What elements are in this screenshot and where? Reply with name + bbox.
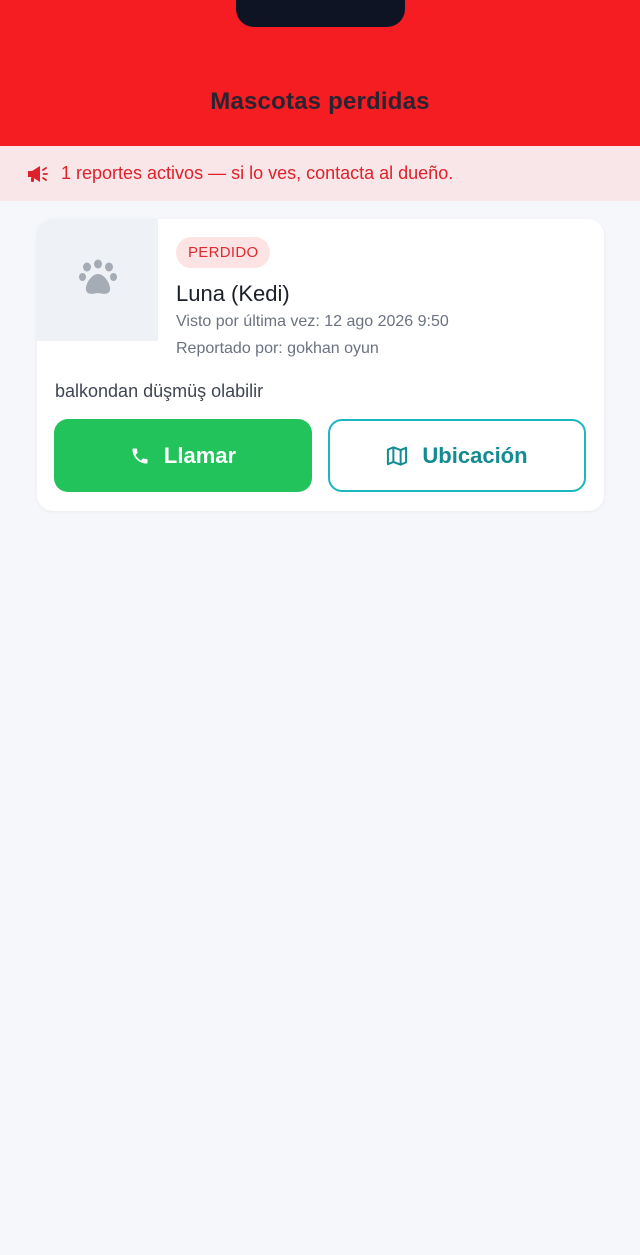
location-button-label: Ubicación [422,442,528,468]
location-button[interactable]: Ubicación [328,419,586,492]
page-title: Mascotas perdidas [210,88,430,115]
megaphone-icon [25,162,49,186]
banner-text: 1 reportes activos — si lo ves, contacta… [61,163,454,183]
last-seen-text: Visto por última vez: 12 ago 2026 9:50 [176,313,449,330]
reporter-text: Reportado por: gokhan oyun [176,340,379,357]
app-header: Mascotas perdidas [0,0,640,146]
paw-icon [78,259,118,302]
device-notch [236,0,405,27]
report-description: balkondan düşmüş olabilir [55,381,264,401]
map-icon [386,445,408,466]
call-button[interactable]: Llamar [54,419,312,492]
phone-icon [130,446,150,466]
pet-name: Luna (Kedi) [176,281,290,306]
active-reports-banner: 1 reportes activos — si lo ves, contacta… [0,146,640,201]
pet-report-card: PERDIDO Luna (Kedi) Visto por última vez… [37,219,604,511]
status-badge: PERDIDO [176,237,271,268]
pet-photo-placeholder [37,219,158,341]
call-button-label: Llamar [163,442,237,468]
